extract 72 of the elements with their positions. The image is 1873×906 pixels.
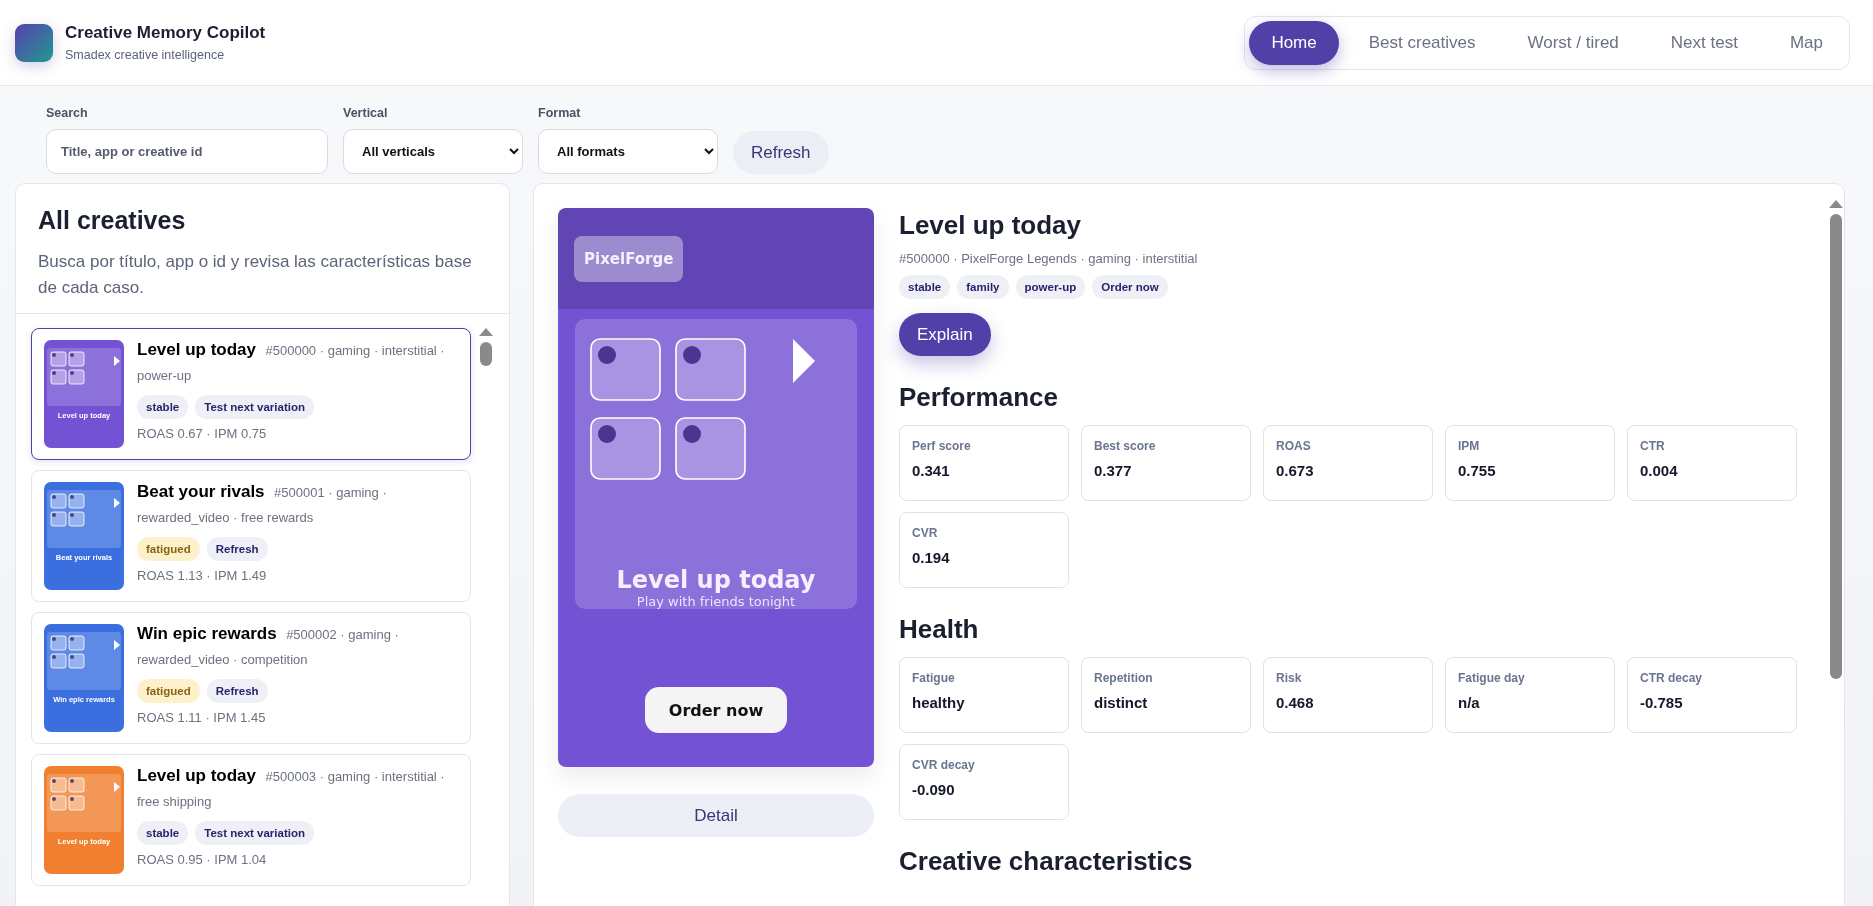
status-tag: stable (137, 395, 189, 419)
tag: Order now (1092, 275, 1168, 299)
tag: stable (899, 275, 951, 299)
format-dropdown[interactable]: All formats (538, 129, 718, 174)
metric-value: -0.090 (912, 781, 956, 798)
metric-label: CVR decay (912, 758, 976, 772)
detail-button[interactable]: Detail (558, 794, 874, 837)
section-heading: Health (899, 614, 980, 645)
refresh-button[interactable]: Refresh (733, 131, 829, 174)
metric-value: 0.755 (1458, 462, 1497, 479)
creative-summary: Beat your rivals #500001 · gaming · rewarded_video · free rewards (137, 481, 388, 527)
metric-value: 0.341 (912, 462, 951, 479)
explain-button[interactable]: Explain (899, 313, 991, 356)
field-label: Search (46, 106, 89, 120)
metric-label: Repetition (1094, 671, 1154, 685)
field-label: Format (538, 106, 582, 120)
ad-subline: Play with friends tonight (636, 594, 796, 609)
brand-badge: PixelForge (574, 236, 684, 282)
nav-tab[interactable]: Next test (1648, 20, 1760, 65)
nav-tab[interactable]: Map (1767, 20, 1845, 65)
app-subtitle: Smadex creative intelligence (65, 48, 226, 62)
metric-label: Fatigue day (1458, 671, 1526, 685)
metric-label: IPM (1458, 439, 1481, 453)
metric-label: Fatigue (912, 671, 956, 685)
status-tag: Test next variation (195, 821, 314, 845)
search-field[interactable]: Title, app or creative id (46, 129, 328, 174)
section-heading: Creative characteristics (899, 846, 1193, 877)
creative-summary: Win epic rewards #500002 · gaming · rewarded_video · competition (137, 623, 400, 669)
panel-title: All creatives (38, 206, 187, 235)
metric-label: Best score (1094, 439, 1157, 453)
creative-heading: Level up today (899, 210, 1082, 241)
app-title: Creative Memory Copilot (65, 23, 266, 43)
nav-tab[interactable]: Home (1249, 20, 1339, 65)
status-tag: Refresh (206, 679, 268, 703)
metric-label: Risk (1276, 671, 1303, 685)
field-label: Vertical (343, 106, 389, 120)
cta-button[interactable]: Order now (644, 687, 788, 733)
status-tag: stable (137, 821, 189, 845)
creative-meta: #500000 · PixelForge Legends · gaming · interstitial (899, 251, 1198, 266)
tag: family (957, 275, 1009, 299)
creative-metrics: ROAS 0.95 · IPM 1.04 (137, 852, 268, 867)
metric-value: 0.194 (912, 549, 951, 566)
ad-headline: Level up today (616, 566, 816, 594)
section-heading: Performance (899, 382, 1059, 413)
panel-description: Busca por título, app o id y revisa las características base de cada caso. (38, 251, 473, 299)
app-logo-icon (15, 23, 53, 62)
nav-tab[interactable]: Worst / tired (1505, 20, 1641, 65)
metric-value: 0.673 (1276, 462, 1315, 479)
creative-metrics: ROAS 1.11 · IPM 1.45 (137, 710, 267, 725)
status-tag: Test next variation (195, 395, 314, 419)
status-tag: fatigued (137, 537, 200, 561)
metric-value: 0.377 (1094, 462, 1133, 479)
vertical-dropdown[interactable]: All verticals (343, 129, 523, 174)
metric-value: n/a (1458, 694, 1481, 711)
metric-label: Perf score (912, 439, 972, 453)
metric-value: distinct (1094, 694, 1149, 711)
status-tag: fatigued (137, 679, 200, 703)
metric-label: ROAS (1276, 439, 1312, 453)
metric-value: 0.468 (1276, 694, 1315, 711)
metric-label: CVR (912, 526, 939, 540)
status-tag: Refresh (206, 537, 268, 561)
creative-metrics: ROAS 0.67 · IPM 0.75 (137, 426, 268, 441)
metric-label: CTR decay (1640, 671, 1704, 685)
tag: power-up (1015, 275, 1086, 299)
creative-summary: Level up today #500003 · gaming · interstitial · free shipping (137, 765, 446, 811)
nav-tab[interactable]: Best creatives (1346, 20, 1498, 65)
metric-label: CTR (1640, 439, 1666, 453)
metric-value: 0.004 (1640, 462, 1679, 479)
creative-metrics: ROAS 1.13 · IPM 1.49 (137, 568, 268, 583)
metric-value: -0.785 (1640, 694, 1684, 711)
metric-value: healthy (912, 694, 966, 711)
creative-summary: Level up today #500000 · gaming · interstitial · power-up (137, 339, 446, 385)
